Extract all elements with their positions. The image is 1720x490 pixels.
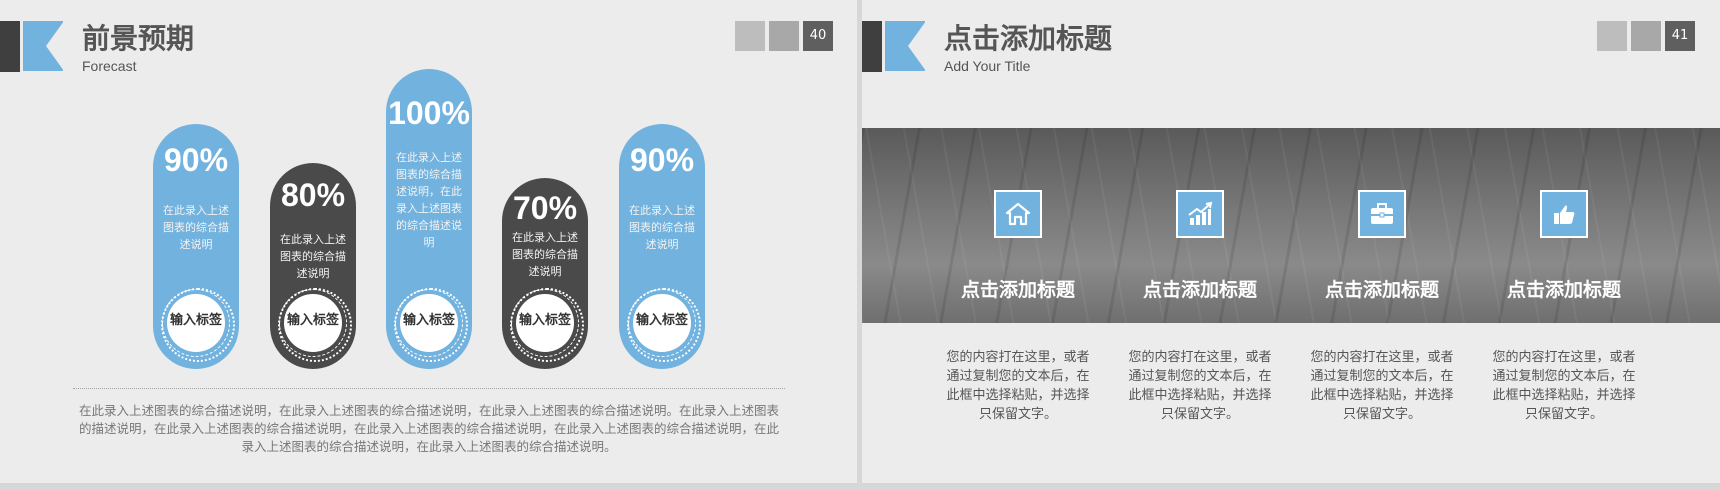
pill-percent: 70% <box>512 190 578 226</box>
column-text[interactable]: 您的内容打在这里，或者通过复制您的文本后，在此框中选择粘贴，并选择只保留文字。 <box>1125 348 1275 424</box>
column-text[interactable]: 您的内容打在这里，或者通过复制您的文本后，在此框中选择粘贴，并选择只保留文字。 <box>943 348 1093 424</box>
home-icon[interactable] <box>994 190 1042 238</box>
pill-badge[interactable]: 输入标签 <box>161 288 235 362</box>
column-title[interactable]: 点击添加标题 <box>1110 275 1290 302</box>
pill-badge[interactable]: 输入标签 <box>510 288 584 362</box>
forecast-pill: 90% 在此录入上述图表的综合描述说明 输入标签 <box>619 124 705 369</box>
badge-circle: 输入标签 <box>633 294 691 352</box>
column-text[interactable]: 您的内容打在这里，或者通过复制您的文本后，在此框中选择粘贴，并选择只保留文字。 <box>1489 348 1639 424</box>
badge-circle: 输入标签 <box>516 294 574 352</box>
slide-41: 点击添加标题 Add Your Title 41 点击添加标题 点击添加标题 点… <box>862 0 1720 483</box>
forecast-pill: 90% 在此录入上述图表的综合描述说明 输入标签 <box>153 124 239 369</box>
badge-label: 输入标签 <box>518 313 571 328</box>
header-square-light <box>1597 21 1627 51</box>
slide-subtitle: Forecast <box>82 58 137 74</box>
header-flag-notch <box>908 21 926 71</box>
pill-description: 在此录入上述图表的综合描述说明 <box>512 231 578 278</box>
column-title[interactable]: 点击添加标题 <box>928 275 1108 302</box>
briefcase-icon[interactable] <box>1358 190 1406 238</box>
badge-label: 输入标签 <box>286 313 339 328</box>
pill-description: 在此录入上述图表的综合描述说明，在此录入上述图表的综合描述说明 <box>396 151 462 249</box>
badge-label: 输入标签 <box>169 313 222 328</box>
pill-description: 在此录入上述图表的综合描述说明 <box>629 204 695 251</box>
forecast-pill: 80% 在此录入上述图表的综合描述说明 输入标签 <box>270 163 356 369</box>
pill-percent: 80% <box>280 177 346 213</box>
badge-circle: 输入标签 <box>400 294 458 352</box>
chart-growth-icon[interactable] <box>1176 190 1224 238</box>
pill-description: 在此录入上述图表的综合描述说明 <box>280 233 346 280</box>
pill-description: 在此录入上述图表的综合描述说明 <box>163 204 229 251</box>
slide-40: 前景预期 Forecast 40 90% 在此录入上述图表的综合描述说明 输入标… <box>0 0 857 483</box>
header-flag-notch <box>46 21 64 71</box>
forecast-pill: 70% 在此录入上述图表的综合描述说明 输入标签 <box>502 178 588 369</box>
pill-percent: 90% <box>629 142 695 178</box>
column-text[interactable]: 您的内容打在这里，或者通过复制您的文本后，在此框中选择粘贴，并选择只保留文字。 <box>1307 348 1457 424</box>
slide-subtitle[interactable]: Add Your Title <box>944 58 1030 74</box>
header-square-mid <box>769 21 799 51</box>
header-dark-block <box>0 21 20 72</box>
header-square-mid <box>1631 21 1661 51</box>
badge-label: 输入标签 <box>635 313 688 328</box>
badge-circle: 输入标签 <box>284 294 342 352</box>
column-title[interactable]: 点击添加标题 <box>1474 275 1654 302</box>
badge-circle: 输入标签 <box>167 294 225 352</box>
thumbs-up-icon[interactable] <box>1540 190 1588 238</box>
badge-label: 输入标签 <box>402 313 455 328</box>
page-number: 40 <box>803 21 833 51</box>
pill-percent: 100% <box>388 95 470 131</box>
pill-percent: 90% <box>163 142 229 178</box>
header-square-light <box>735 21 765 51</box>
pill-badge[interactable]: 输入标签 <box>627 288 701 362</box>
pill-badge[interactable]: 输入标签 <box>394 288 468 362</box>
summary-text[interactable]: 在此录入上述图表的综合描述说明，在此录入上述图表的综合描述说明，在此录入上述图表… <box>78 402 780 456</box>
pill-badge[interactable]: 输入标签 <box>278 288 352 362</box>
slide-title[interactable]: 点击添加标题 <box>944 17 1112 57</box>
dotted-divider <box>73 388 785 389</box>
column-title[interactable]: 点击添加标题 <box>1292 275 1472 302</box>
page-number: 41 <box>1665 21 1695 51</box>
slide-title: 前景预期 <box>82 22 195 55</box>
forecast-pill: 100% 在此录入上述图表的综合描述说明，在此录入上述图表的综合描述说明 输入标… <box>386 69 472 369</box>
header-dark-block <box>862 21 882 72</box>
